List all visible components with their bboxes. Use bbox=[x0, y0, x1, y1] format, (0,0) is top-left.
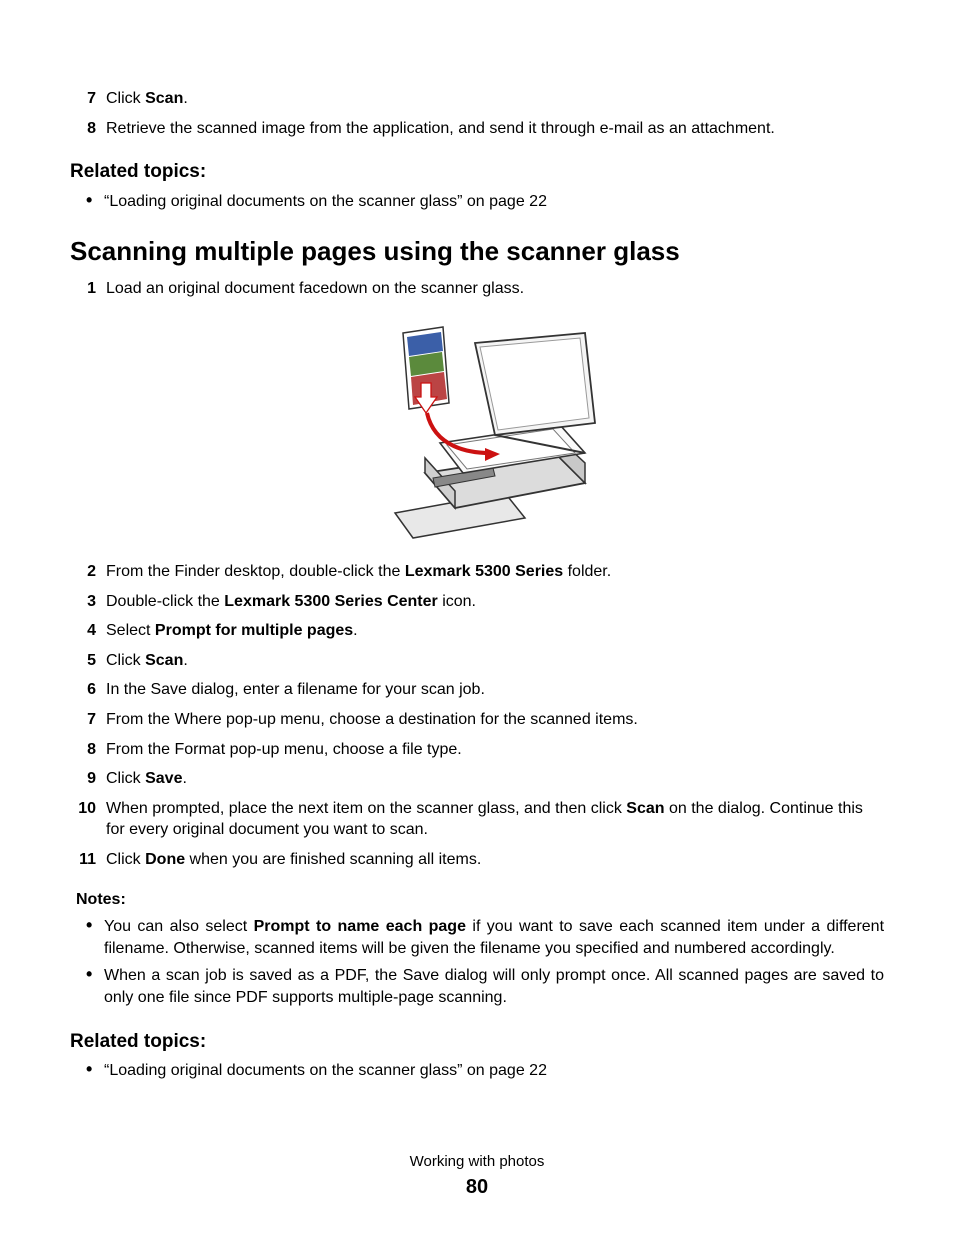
step-number: 9 bbox=[72, 768, 96, 790]
notes-list: You can also select Prompt to name each … bbox=[70, 916, 884, 1008]
section-title: Scanning multiple pages using the scanne… bbox=[70, 234, 884, 269]
step-number: 4 bbox=[72, 620, 96, 642]
step-text: From the Finder desktop, double-click th… bbox=[106, 563, 611, 580]
step-number: 8 bbox=[72, 739, 96, 761]
footer-label: Working with photos bbox=[70, 1152, 884, 1172]
step-text: From the Format pop-up menu, choose a fi… bbox=[106, 741, 462, 758]
step-text: Click Scan. bbox=[106, 652, 188, 669]
step-text: Double-click the Lexmark 5300 Series Cen… bbox=[106, 593, 476, 610]
related-topics-list-2: “Loading original documents on the scann… bbox=[70, 1060, 884, 1082]
step-7b: 7 From the Where pop-up menu, choose a d… bbox=[96, 709, 884, 731]
step-text: From the Where pop-up menu, choose a des… bbox=[106, 711, 638, 728]
step-10: 10 When prompted, place the next item on… bbox=[96, 798, 884, 841]
step-4: 4 Select Prompt for multiple pages. bbox=[96, 620, 884, 642]
step-text: Click Done when you are finished scannin… bbox=[106, 851, 481, 868]
step-number: 10 bbox=[72, 798, 96, 820]
step-8: 8 Retrieve the scanned image from the ap… bbox=[96, 118, 884, 140]
step-text: Retrieve the scanned image from the appl… bbox=[106, 120, 775, 137]
step-2: 2 From the Finder desktop, double-click … bbox=[96, 561, 884, 583]
step-3: 3 Double-click the Lexmark 5300 Series C… bbox=[96, 591, 884, 613]
step-9: 9 Click Save. bbox=[96, 768, 884, 790]
step-number: 11 bbox=[72, 849, 96, 871]
related-topics-heading-1: Related topics: bbox=[70, 159, 884, 185]
step-number: 7 bbox=[72, 709, 96, 731]
main-steps: 1 Load an original document facedown on … bbox=[70, 278, 884, 871]
continued-steps: 7 Click Scan. 8 Retrieve the scanned ima… bbox=[70, 88, 884, 139]
step-6: 6 In the Save dialog, enter a filename f… bbox=[96, 679, 884, 701]
scanner-illustration bbox=[385, 313, 605, 543]
step-text: Load an original document facedown on th… bbox=[106, 280, 524, 297]
step-11: 11 Click Done when you are finished scan… bbox=[96, 849, 884, 871]
step-number: 7 bbox=[72, 88, 96, 110]
step-text: When prompted, place the next item on th… bbox=[106, 800, 863, 839]
step-number: 5 bbox=[72, 650, 96, 672]
step-1: 1 Load an original document facedown on … bbox=[96, 278, 884, 544]
note-1: You can also select Prompt to name each … bbox=[96, 916, 884, 959]
related-topics-heading-2: Related topics: bbox=[70, 1029, 884, 1055]
page-footer: Working with photos 80 bbox=[70, 1152, 884, 1201]
step-7: 7 Click Scan. bbox=[96, 88, 884, 110]
step-text: Click Save. bbox=[106, 770, 187, 787]
step-text: Click Scan. bbox=[106, 90, 188, 107]
footer-page-number: 80 bbox=[70, 1174, 884, 1201]
step-text: Select Prompt for multiple pages. bbox=[106, 622, 358, 639]
step-number: 2 bbox=[72, 561, 96, 583]
notes-heading: Notes: bbox=[76, 889, 884, 911]
related-link-1[interactable]: “Loading original documents on the scann… bbox=[96, 191, 884, 213]
step-8b: 8 From the Format pop-up menu, choose a … bbox=[96, 739, 884, 761]
step-text: In the Save dialog, enter a filename for… bbox=[106, 681, 485, 698]
step-5: 5 Click Scan. bbox=[96, 650, 884, 672]
related-topics-list-1: “Loading original documents on the scann… bbox=[70, 191, 884, 213]
step-number: 8 bbox=[72, 118, 96, 140]
note-2: When a scan job is saved as a PDF, the S… bbox=[96, 965, 884, 1008]
related-link-2[interactable]: “Loading original documents on the scann… bbox=[96, 1060, 884, 1082]
step-number: 1 bbox=[72, 278, 96, 300]
step-number: 6 bbox=[72, 679, 96, 701]
step-number: 3 bbox=[72, 591, 96, 613]
